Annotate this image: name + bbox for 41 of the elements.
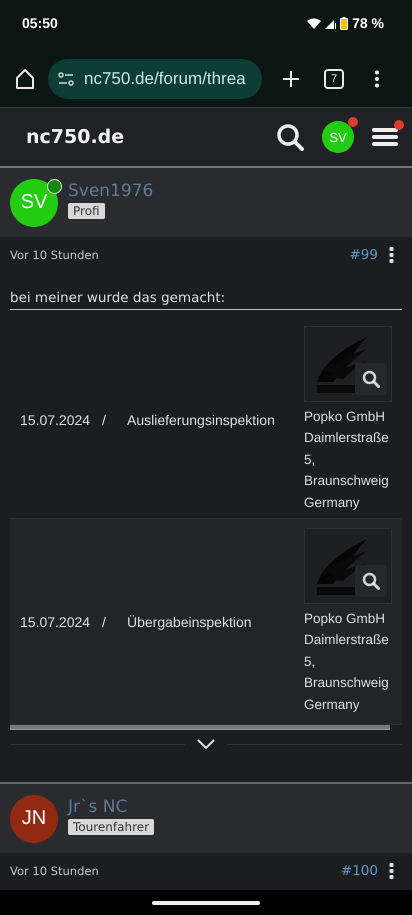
more-icon[interactable] [389,862,394,878]
scrollbar[interactable] [10,725,390,730]
user-rank-badge: Profi [68,202,105,218]
gesture-handle[interactable] [152,900,260,904]
table-cell-text: 15.07.2024 [20,614,92,630]
chevron-down-icon[interactable] [197,739,215,749]
site-settings-icon[interactable] [58,72,74,86]
zoom-button[interactable] [355,362,387,395]
table-cell-text: 15.07.2024 [20,412,92,428]
menu-icon[interactable] [372,126,398,148]
wifi-icon [307,18,322,28]
zoom-button[interactable] [355,564,387,597]
more-icon[interactable] [389,246,394,262]
address-bar[interactable]: nc750.de/forum/threa [48,58,262,98]
site-logo[interactable]: nc750.de [26,126,124,148]
table-cell-text: / [102,614,107,630]
table-cell-text: Popko GmbH Daimlerstraße 5, Braunschweig Germany [304,408,390,512]
battery-icon [340,16,348,30]
search-icon[interactable] [276,123,304,151]
post-time[interactable]: Vor 10 Stunden [10,864,99,878]
more-icon[interactable] [374,70,380,88]
search-icon [362,572,380,590]
online-indicator [47,178,62,194]
search-icon [362,370,380,388]
user-avatar[interactable]: JN [10,794,58,842]
signal-icon [325,18,336,28]
url-text: nc750.de/forum/threa [84,68,246,88]
home-icon[interactable] [14,68,36,90]
new-tab-icon[interactable] [282,70,300,88]
clock-time: 05:50 [22,15,58,31]
battery-level: 78 % [352,15,384,31]
table-cell-text: / [102,412,107,428]
table-cell-text: Popko GmbH Daimlerstraße 5, Braunschweig Germany [304,610,390,714]
post-time[interactable]: Vor 10 Stunden [10,248,99,262]
post-number-link[interactable]: #99 [350,246,378,262]
user-rank-badge: Tourenfahrer [68,818,154,834]
table-cell-text: Auslieferungsinspektion [127,412,276,428]
tab-count-button[interactable]: 7 [324,68,344,88]
post-text: bei meiner wurde das gemacht: [10,290,402,310]
table-cell-text: Übergabeinspektion [127,614,253,630]
post-number-link[interactable]: #100 [340,862,378,878]
